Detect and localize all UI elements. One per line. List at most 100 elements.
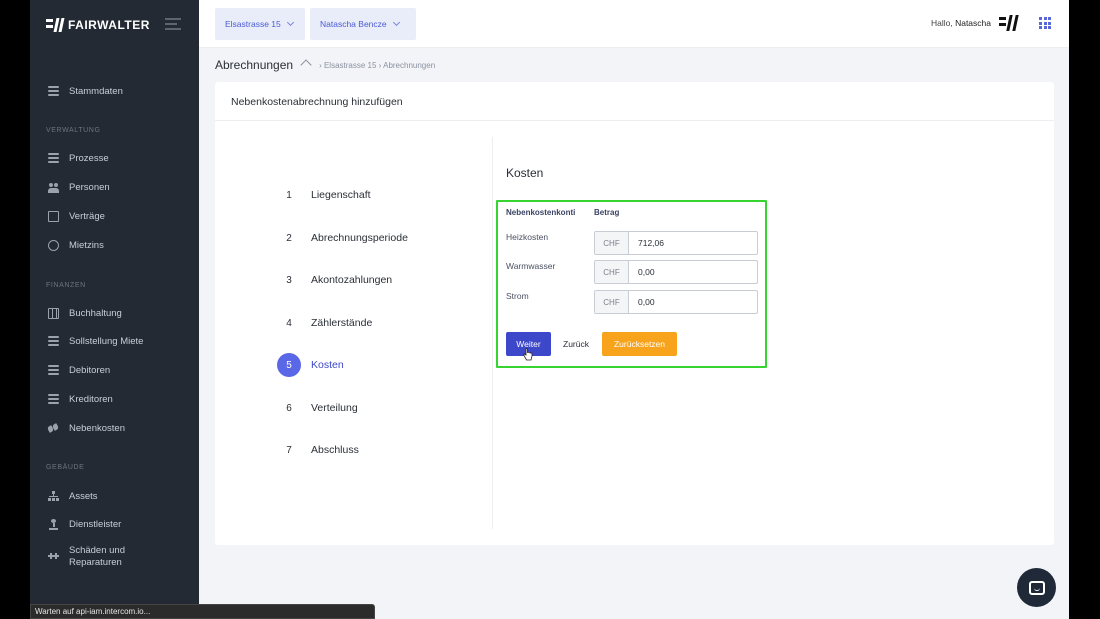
property-select[interactable]: Elsastrasse 15 [215, 8, 305, 40]
browser-status-bar: Warten auf api-iam.intercom.io... [30, 604, 375, 619]
chevron-down-icon [286, 18, 294, 27]
sidebar-item-label: Debitoren [69, 364, 111, 376]
sidebar-item-kreditoren[interactable]: Kreditoren [48, 391, 113, 407]
step-label: Verteilung [311, 402, 358, 414]
contract-icon [48, 210, 59, 222]
sidebar-item-label: Buchhaltung [69, 307, 122, 319]
user-menu-logo-icon[interactable] [999, 14, 1019, 32]
step-abschluss[interactable]: 7 Abschluss [277, 438, 359, 462]
step-label: Abschluss [311, 444, 359, 456]
sidebar-item-label: Nebenkosten [69, 422, 125, 434]
user-select-value: Natascha Bencze [320, 19, 387, 29]
menu-collapse-icon[interactable] [165, 18, 181, 30]
amount-input-warmwasser[interactable] [629, 261, 757, 283]
step-verteilung[interactable]: 6 Verteilung [277, 396, 358, 420]
amount-input-heizkosten[interactable] [629, 232, 757, 254]
invoice-stack-icon [48, 335, 59, 347]
sidebar-item-sollstellung[interactable]: Sollstellung Miete [48, 333, 143, 349]
cost-label-strom: Strom [506, 291, 529, 301]
property-select-value: Elsastrasse 15 [225, 19, 281, 29]
wizard-card: Nebenkostenabrechnung hinzufügen 1 Liege… [215, 82, 1054, 545]
step-abrechnungsperiode[interactable]: 2 Abrechnungsperiode [277, 226, 408, 250]
currency-addon: CHF [595, 232, 629, 254]
sidebar-section-verwaltung: VERWALTUNG [46, 127, 101, 134]
sidebar-item-label: Assets [69, 490, 98, 502]
sidebar-item-buchhaltung[interactable]: Buchhaltung [48, 305, 122, 321]
section-title: Kosten [506, 166, 544, 180]
sidebar-section-finanzen: FINANZEN [46, 282, 86, 289]
sidebar-item-label: Sollstellung Miete [69, 335, 144, 347]
breadcrumb: Abrechnungen › Elsastrasse 15 › Abrechnu… [215, 57, 435, 73]
step-liegenschaft[interactable]: 1 Liegenschaft [277, 183, 371, 207]
sidebar-item-label-line2: Reparaturen [69, 557, 122, 568]
step-zaehlerstaende[interactable]: 4 Zählerstände [277, 311, 372, 335]
chat-launcher[interactable] [1017, 568, 1056, 607]
sidebar-item-label-line1: Schäden und [69, 545, 125, 556]
chat-icon [1028, 580, 1045, 595]
step-divider [492, 137, 493, 529]
greeting-text: Hallo, [930, 18, 953, 28]
breadcrumb-path[interactable]: › Elsastrasse 15 › Abrechnungen [319, 61, 435, 70]
sidebar-item-dienstleister[interactable]: Dienstleister [48, 516, 121, 532]
reset-button[interactable]: Zurücksetzen [602, 332, 677, 356]
chevron-down-icon [392, 18, 400, 27]
ledger-icon [48, 307, 59, 319]
home-icon[interactable] [301, 61, 311, 70]
brand-name: FAIRWALTER [68, 18, 150, 32]
sidebar-item-mietzins[interactable]: Mietzins [48, 237, 104, 253]
sidebar-item-label: Personen [69, 181, 110, 193]
database-icon [48, 85, 59, 97]
assets-icon [48, 490, 59, 502]
user-select[interactable]: Natascha Bencze [310, 8, 416, 40]
debtors-icon [48, 364, 59, 376]
amount-input-group-warmwasser: CHF [594, 260, 758, 284]
page-title: Abrechnungen [215, 58, 294, 72]
step-label: Kosten [311, 359, 344, 371]
step-number: 6 [286, 402, 292, 414]
step-number: 1 [286, 189, 292, 201]
cost-label-warmwasser: Warmwasser [506, 261, 556, 271]
app-window: FAIRWALTER Stammdaten VERWALTUNG Prozess… [30, 0, 1069, 619]
column-header-betrag: Betrag [594, 208, 620, 217]
step-label: Abrechnungsperiode [311, 232, 408, 244]
sidebar-item-personen[interactable]: Personen [48, 179, 110, 195]
sidebar-item-schaeden[interactable]: Schäden und Reparaturen [48, 545, 125, 571]
sidebar-item-vertraege[interactable]: Verträge [48, 208, 105, 224]
sidebar-item-prozesse[interactable]: Prozesse [48, 150, 109, 166]
utilities-icon [46, 422, 60, 434]
back-button[interactable]: Zurück [556, 332, 596, 356]
amount-input-strom[interactable] [629, 291, 757, 313]
amount-input-group-strom: CHF [594, 290, 758, 314]
sidebar: FAIRWALTER Stammdaten VERWALTUNG Prozess… [30, 0, 199, 619]
currency-addon: CHF [595, 291, 629, 313]
sidebar-item-nebenkosten[interactable]: Nebenkosten [46, 420, 125, 436]
step-label: Zählerstände [311, 317, 373, 329]
step-number: 2 [286, 232, 292, 244]
tools-icon [48, 552, 59, 563]
step-number-active: 5 [277, 353, 301, 377]
column-header-konti: Nebenkostenkonti [506, 208, 576, 217]
worker-icon [48, 518, 59, 530]
step-akontozahlungen[interactable]: 3 Akontozahlungen [277, 268, 392, 292]
sidebar-section-gebaeude: GEBÄUDE [46, 464, 85, 471]
step-number: 7 [286, 444, 292, 456]
sidebar-item-label: Schäden und Reparaturen [69, 545, 125, 569]
people-icon [48, 182, 59, 193]
card-header: Nebenkostenabrechnung hinzufügen [215, 82, 1054, 121]
hand-cursor-icon [523, 348, 533, 361]
sidebar-item-label: Kreditoren [69, 393, 113, 405]
creditors-icon [48, 393, 59, 405]
brand-logo[interactable]: FAIRWALTER [46, 16, 150, 34]
sidebar-item-debitoren[interactable]: Debitoren [48, 362, 110, 378]
apps-grid-icon[interactable] [1039, 17, 1051, 29]
sidebar-item-label: Verträge [69, 210, 105, 222]
topbar: Elsastrasse 15 Natascha Bencze Hallo, Na… [199, 0, 1069, 48]
card-title: Nebenkostenabrechnung hinzufügen [231, 96, 403, 108]
sidebar-item-assets[interactable]: Assets [48, 488, 98, 504]
sidebar-item-label: Prozesse [69, 152, 109, 164]
step-label: Liegenschaft [311, 189, 371, 201]
step-number: 3 [286, 274, 292, 286]
step-kosten[interactable]: 5 Kosten [277, 353, 344, 377]
sidebar-item-stammdaten[interactable]: Stammdaten [48, 83, 123, 99]
greeting: Hallo, Natascha [931, 18, 991, 28]
